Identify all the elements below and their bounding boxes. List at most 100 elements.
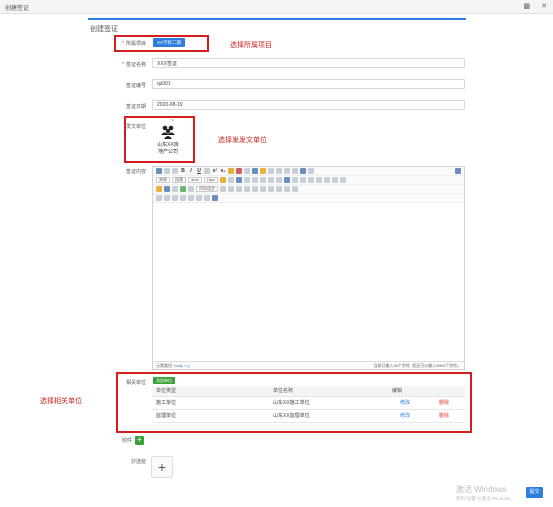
- unlink-icon[interactable]: [276, 177, 283, 183]
- source-icon[interactable]: [156, 168, 162, 174]
- element-path-label: 元素路径:: [156, 363, 174, 368]
- annotation-project: 选择所属项目: [230, 41, 272, 49]
- image-float-icon[interactable]: [292, 177, 299, 183]
- redo-icon[interactable]: [172, 168, 178, 174]
- attachment-label: 附件: [121, 438, 132, 444]
- date-icon[interactable]: [252, 186, 258, 192]
- ltr-icon[interactable]: [220, 177, 227, 183]
- name-label: * 签证名称: [122, 62, 146, 68]
- subscript-icon[interactable]: x₂: [220, 168, 226, 174]
- char-counter: 当前已输入36个字符, 您还可以输入9964个字符。: [373, 363, 461, 368]
- select-all-icon[interactable]: [284, 168, 290, 174]
- split-cells-icon[interactable]: [284, 186, 290, 192]
- page-break-icon[interactable]: [220, 186, 226, 192]
- justify-icon[interactable]: [260, 177, 267, 183]
- table-icon[interactable]: [324, 177, 331, 183]
- date-input[interactable]: 2020-08-19: [152, 100, 465, 110]
- delete-row-icon[interactable]: [340, 177, 347, 183]
- submit-button[interactable]: 提交: [526, 487, 543, 498]
- align-left-icon[interactable]: [236, 177, 243, 183]
- paragraph-select[interactable]: 段落: [172, 177, 186, 183]
- image-right-icon[interactable]: [308, 177, 315, 183]
- close-icon[interactable]: ✕: [541, 2, 547, 10]
- path-p-link[interactable]: p: [188, 363, 190, 368]
- quote-icon[interactable]: [236, 168, 242, 174]
- bold-icon[interactable]: B: [180, 168, 186, 174]
- map-icon[interactable]: [180, 186, 186, 192]
- format-brush-icon[interactable]: [228, 168, 234, 174]
- template-icon[interactable]: [228, 186, 234, 192]
- time-icon[interactable]: [260, 186, 266, 192]
- table-props-icon[interactable]: [172, 195, 178, 201]
- annotation-box-unit: [124, 116, 195, 163]
- code-input[interactable]: qz001: [152, 79, 465, 89]
- preview-icon[interactable]: [188, 195, 194, 201]
- title-bar: 创建签证 ▩ ✕: [0, 0, 553, 14]
- delete-col-icon[interactable]: [164, 195, 170, 201]
- align-center-icon[interactable]: [244, 177, 251, 183]
- help-icon[interactable]: [212, 195, 218, 201]
- add-attachment-button[interactable]: +: [135, 436, 144, 445]
- attachment-icon[interactable]: [188, 186, 194, 192]
- annotation-related: 选择相关单位: [40, 397, 82, 405]
- editor-toolbar-row-1: B I U x² x₂: [153, 167, 464, 176]
- image-icon[interactable]: [164, 186, 170, 192]
- merge-cells-icon[interactable]: [276, 186, 282, 192]
- clear-format-icon[interactable]: [244, 168, 250, 174]
- italic-icon[interactable]: I: [188, 168, 194, 174]
- search-replace-icon[interactable]: [196, 195, 202, 201]
- drafts-icon[interactable]: [204, 195, 210, 201]
- rich-text-editor[interactable]: B I U x² x₂ 宋体 段落 arial 16px 代码语言 元素路径: …: [152, 166, 465, 370]
- code-label: 签证编号: [125, 83, 146, 89]
- image-left-icon[interactable]: [300, 177, 307, 183]
- font-select[interactable]: arial: [188, 177, 202, 183]
- size-select[interactable]: 16px: [203, 177, 219, 183]
- undo-icon[interactable]: [164, 168, 170, 174]
- horizontal-rule-icon[interactable]: [244, 186, 250, 192]
- superscript-icon[interactable]: x²: [212, 168, 218, 174]
- rtl-icon[interactable]: [228, 177, 235, 183]
- ordered-list-icon[interactable]: [268, 168, 274, 174]
- paragraph-icon[interactable]: [308, 168, 314, 174]
- minimize-icon[interactable]: ▩: [524, 2, 531, 10]
- windows-watermark: 激活 Windows 转到"设置"以激活 Windows。: [456, 485, 515, 501]
- highlight-icon[interactable]: [260, 168, 266, 174]
- fullscreen-icon[interactable]: [455, 168, 461, 174]
- unordered-list-icon[interactable]: [276, 168, 282, 174]
- code-language-select[interactable]: 代码语言: [196, 186, 218, 192]
- print-icon[interactable]: [180, 195, 186, 201]
- name-input[interactable]: XXX签证: [152, 58, 465, 68]
- anchor-icon[interactable]: [284, 177, 291, 183]
- underline-icon[interactable]: U: [196, 168, 202, 174]
- strikethrough-icon[interactable]: [204, 168, 210, 174]
- insert-col-icon[interactable]: [156, 195, 162, 201]
- plus-icon: +: [157, 459, 167, 475]
- font-family-select[interactable]: 宋体: [156, 177, 170, 183]
- date-label: 签证日期: [125, 104, 146, 110]
- video-icon[interactable]: [172, 186, 178, 192]
- editor-toolbar-row-4: [153, 194, 464, 203]
- insert-row-icon[interactable]: [332, 177, 339, 183]
- annotation-box-project: [114, 35, 209, 52]
- annotation-unit: 选择发发文单位: [218, 136, 267, 144]
- accent-bar: [88, 18, 466, 20]
- required-mark: *: [122, 62, 124, 68]
- background-icon[interactable]: [236, 186, 242, 192]
- add-cc-button[interactable]: +: [151, 456, 173, 478]
- path-body-link[interactable]: body: [174, 363, 183, 368]
- editor-toolbar-row-2: 宋体 段落 arial 16px: [153, 176, 464, 185]
- image-center-icon[interactable]: [316, 177, 323, 183]
- form-title: 创建签证: [90, 26, 118, 33]
- link-icon[interactable]: [268, 177, 275, 183]
- plus-icon: +: [137, 435, 142, 444]
- annotation-box-related: [116, 372, 472, 433]
- emotion-icon[interactable]: [156, 186, 162, 192]
- clear-doc-icon[interactable]: [292, 168, 298, 174]
- special-char-icon[interactable]: [268, 186, 274, 192]
- align-right-icon[interactable]: [252, 177, 259, 183]
- font-color-icon[interactable]: [252, 168, 258, 174]
- delete-table-icon[interactable]: [292, 186, 298, 192]
- row-spacing-icon[interactable]: [300, 168, 306, 174]
- cc-label: 抄送给: [130, 459, 146, 465]
- window-title: 创建签证: [5, 6, 30, 12]
